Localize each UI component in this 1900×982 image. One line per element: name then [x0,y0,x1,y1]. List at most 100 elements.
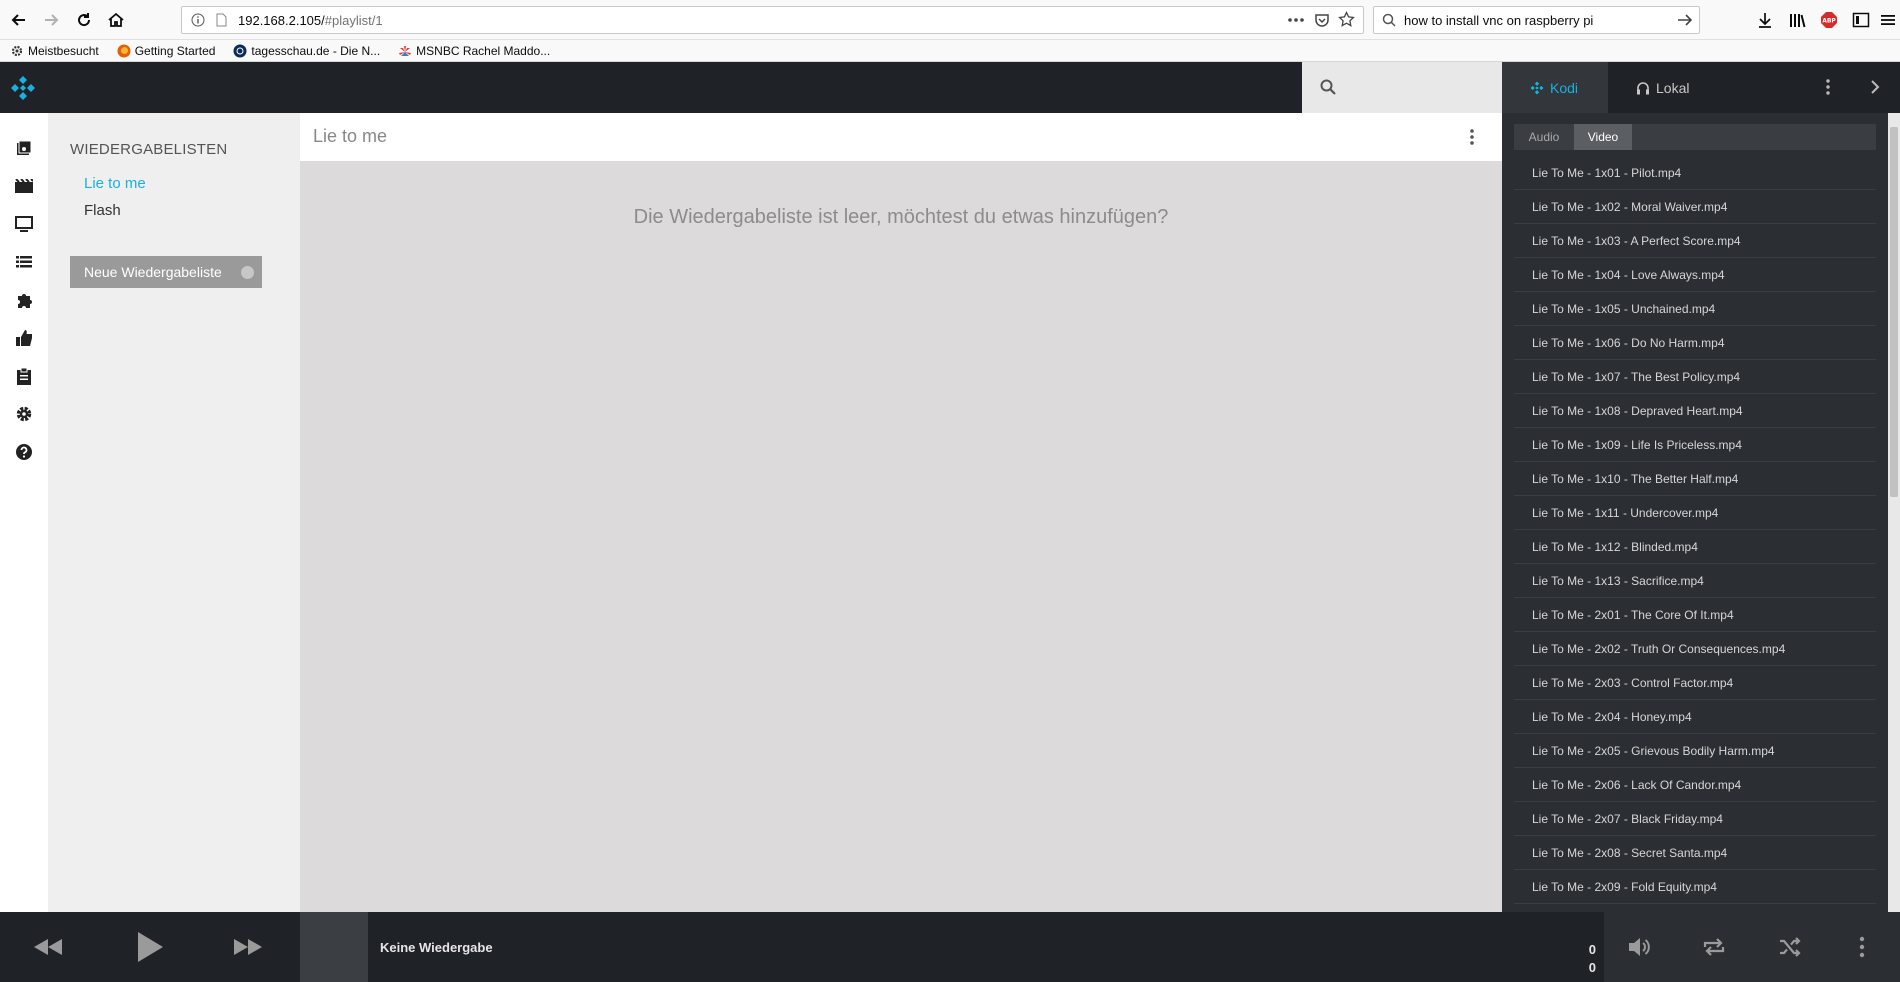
rewind-icon [34,939,62,955]
playlist-item-lie-to-me[interactable]: Lie to me [84,175,146,192]
info-icon[interactable] [191,13,205,27]
menu-icon[interactable] [1876,8,1900,32]
help-nav-icon[interactable] [12,440,36,464]
library-icon[interactable] [1786,8,1810,32]
playlist-item-flash[interactable]: Flash [84,202,121,219]
file-list-item[interactable]: Lie To Me - 2x04 - Honey.mp4 [1514,700,1876,734]
add-circle-icon [241,266,254,279]
clipboard-nav-icon[interactable] [12,364,36,388]
file-list-item[interactable]: Lie To Me - 2x01 - The Core Of It.mp4 [1514,598,1876,632]
playlist-sidebar: WIEDERGABELISTEN Lie to me Flash Neue Wi… [48,113,300,912]
more-options-icon[interactable] [1462,127,1482,147]
gear-icon [11,45,23,56]
repeat-button[interactable] [1690,912,1738,982]
file-list-item[interactable]: Lie To Me - 1x09 - Life Is Priceless.mp4 [1514,428,1876,462]
bookmarks-bar: Meistbesucht Getting Started tagesschau.… [0,40,1900,62]
remote-panel: Kodi Lokal Audio Video Lie To Me - 1x01 … [1502,62,1900,912]
search-bar[interactable]: how to install vnc on raspberry pi [1373,6,1700,34]
play-button[interactable] [126,912,174,982]
adblock-icon[interactable]: ABP [1817,8,1841,32]
music-nav-icon[interactable] [12,136,36,160]
search-icon [1320,79,1336,95]
bookmark-getting-started[interactable]: Getting Started [117,43,216,58]
forward-button[interactable] [37,6,65,34]
repeat-icon [1703,938,1725,956]
url-path: #playlist/1 [324,12,383,28]
header-search-box[interactable] [1302,62,1502,113]
volume-icon [1629,938,1650,956]
file-list-item[interactable]: Lie To Me - 1x03 - A Perfect Score.mp4 [1514,224,1876,258]
new-playlist-button[interactable]: Neue Wiedergabeliste [70,256,262,288]
bookmark-meistbesucht[interactable]: Meistbesucht [10,44,99,58]
playlist-nav-icon[interactable] [12,250,36,274]
file-list-item[interactable]: Lie To Me - 1x11 - Undercover.mp4 [1514,496,1876,530]
pocket-icon[interactable] [1314,12,1330,28]
movies-nav-icon[interactable] [12,174,36,198]
file-list-item[interactable]: Lie To Me - 2x08 - Secret Santa.mp4 [1514,836,1876,870]
file-list-item[interactable]: Lie To Me - 2x05 - Grievous Bodily Harm.… [1514,734,1876,768]
page-icon [215,13,228,27]
reload-button[interactable] [70,6,98,34]
file-list-item[interactable]: Lie To Me - 2x03 - Control Factor.mp4 [1514,666,1876,700]
home-button[interactable] [102,6,130,34]
volume-button[interactable] [1615,912,1663,982]
sidebar-toggle-icon[interactable] [1849,8,1873,32]
file-list-item[interactable]: Lie To Me - 1x08 - Depraved Heart.mp4 [1514,394,1876,428]
file-list-item[interactable]: Lie To Me - 1x13 - Sacrifice.mp4 [1514,564,1876,598]
panel-menu-icon[interactable] [1818,77,1838,97]
settings-nav-icon[interactable] [12,402,36,426]
bookmark-tagesschau[interactable]: tagesschau.de - Die N... [233,44,380,58]
now-playing-thumbnail [300,912,368,982]
file-list-item[interactable]: Lie To Me - 1x06 - Do No Harm.mp4 [1514,326,1876,360]
addons-nav-icon[interactable] [12,288,36,312]
file-list-item[interactable]: Lie To Me - 1x05 - Unchained.mp4 [1514,292,1876,326]
scrollbar-thumb[interactable] [1890,127,1898,497]
bookmark-star-icon[interactable] [1338,11,1355,28]
file-list-item[interactable]: Lie To Me - 2x09 - Fold Equity.mp4 [1514,870,1876,904]
tab-lokal[interactable]: Lokal [1608,62,1718,113]
page-actions-icon[interactable] [1287,12,1305,28]
back-button[interactable] [5,6,33,34]
file-list-item[interactable]: Lie To Me - 2x02 - Truth Or Consequences… [1514,632,1876,666]
file-list-item[interactable]: Lie To Me - 1x01 - Pilot.mp4 [1514,156,1876,190]
collapse-panel-icon[interactable] [1866,78,1884,96]
back-arrow-icon [11,14,25,26]
tab-video[interactable]: Video [1574,124,1632,150]
file-list-item[interactable]: Lie To Me - 1x02 - Moral Waiver.mp4 [1514,190,1876,224]
home-icon [108,12,124,27]
kodi-logo-icon[interactable] [10,75,36,101]
tab-kodi[interactable]: Kodi [1502,62,1608,113]
tab-lokal-label: Lokal [1656,79,1690,96]
bookmark-label: MSNBC Rachel Maddo... [416,43,551,58]
tv-nav-icon[interactable] [12,212,36,236]
url-host: 192.168.2.105/ [238,12,325,28]
next-button[interactable] [224,912,272,982]
previous-button[interactable] [24,912,72,982]
time-total: 0 [1588,960,1596,975]
tab-audio[interactable]: Audio [1514,124,1574,150]
bookmark-label: Getting Started [134,43,216,58]
reload-icon [78,13,91,27]
url-bar[interactable]: 192.168.2.105/ #playlist/1 [181,6,1364,34]
main-nav [0,113,48,912]
file-list-item[interactable]: Lie To Me - 1x12 - Blinded.mp4 [1514,530,1876,564]
file-list-item[interactable]: Lie To Me - 1x04 - Love Always.mp4 [1514,258,1876,292]
thumbs-up-nav-icon[interactable] [12,326,36,350]
kodi-icon [1530,81,1544,94]
msnbc-icon [399,45,412,56]
search-go-icon[interactable] [1677,13,1693,27]
file-list-item[interactable]: Lie To Me - 2x06 - Lack Of Candor.mp4 [1514,768,1876,802]
shuffle-icon [1780,937,1801,957]
forward-arrow-icon [45,14,59,26]
panel-scrollbar[interactable] [1888,113,1900,912]
search-query: how to install vnc on raspberry pi [1404,12,1594,28]
player-menu-button[interactable] [1838,912,1886,982]
file-list-item[interactable]: Lie To Me - 2x07 - Black Friday.mp4 [1514,802,1876,836]
downloads-icon[interactable] [1753,8,1777,32]
file-list-item[interactable]: Lie To Me - 1x10 - The Better Half.mp4 [1514,462,1876,496]
file-list-item[interactable]: Lie To Me - 1x07 - The Best Policy.mp4 [1514,360,1876,394]
bookmark-msnbc[interactable]: MSNBC Rachel Maddo... [398,44,550,58]
shuffle-button[interactable] [1766,912,1814,982]
remote-panel-header: Kodi Lokal [1502,62,1900,113]
kebab-icon [1859,936,1865,958]
